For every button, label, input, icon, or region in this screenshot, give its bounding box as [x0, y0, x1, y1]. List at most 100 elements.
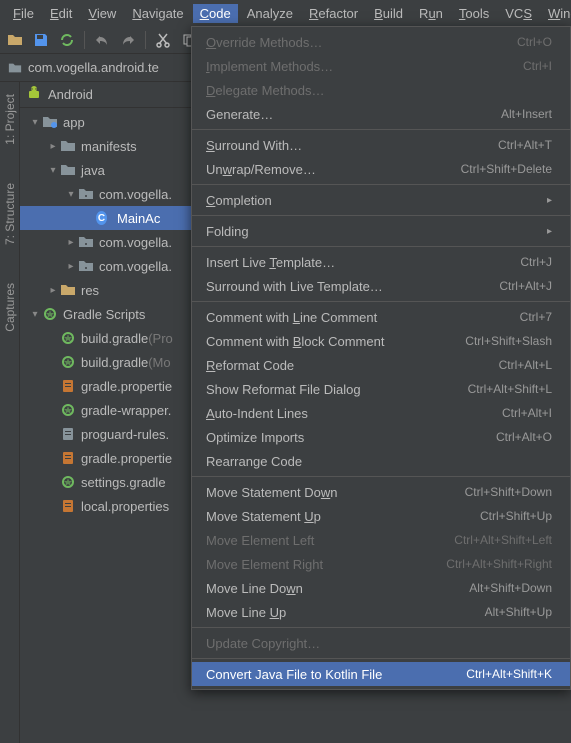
chevron-right-icon[interactable]: ▸ — [46, 285, 60, 296]
tab-project[interactable]: 1: Project — [3, 90, 17, 149]
menu-build[interactable]: Build — [367, 4, 410, 23]
menu-item-label: Auto-Indent Lines — [206, 406, 308, 421]
menu-item[interactable]: Move Statement UpCtrl+Shift+Up — [192, 504, 570, 528]
folder-icon — [60, 138, 76, 154]
menu-item-label: Generate… — [206, 107, 273, 122]
open-icon[interactable] — [6, 31, 24, 49]
menu-item[interactable]: Surround with Live Template…Ctrl+Alt+J — [192, 274, 570, 298]
folder-icon — [8, 61, 22, 75]
menu-separator — [192, 658, 570, 659]
menu-code[interactable]: Code — [193, 4, 238, 23]
tree-label: com.vogella. — [99, 259, 172, 274]
menu-shortcut: Alt+Shift+Up — [485, 605, 552, 619]
menu-separator — [192, 627, 570, 628]
menu-navigate[interactable]: Navigate — [125, 4, 190, 23]
menu-item-label: Rearrange Code — [206, 454, 302, 469]
module-icon — [42, 114, 58, 130]
menu-item-label: Unwrap/Remove… — [206, 162, 316, 177]
menu-item[interactable]: Insert Live Template…Ctrl+J — [192, 250, 570, 274]
menu-file[interactable]: File — [6, 4, 41, 23]
menu-window[interactable]: Window — [541, 4, 571, 23]
chevron-down-icon[interactable]: ▾ — [28, 117, 42, 128]
breadcrumb-text: com.vogella.android.te — [28, 60, 159, 75]
menu-vcs[interactable]: VCS — [498, 4, 539, 23]
side-tab-bar: 1: Project 7: Structure Captures — [0, 82, 20, 743]
undo-icon[interactable] — [93, 31, 111, 49]
menu-item[interactable]: Surround With… Ctrl+Alt+T — [192, 133, 570, 157]
menu-item[interactable]: Comment with Line Comment Ctrl+7 — [192, 305, 570, 329]
menu-item[interactable]: Move Line DownAlt+Shift+Down — [192, 576, 570, 600]
chevron-down-icon[interactable]: ▾ — [28, 309, 42, 320]
tree-label: gradle.propertie — [81, 379, 172, 394]
tab-structure[interactable]: 7: Structure — [3, 179, 17, 249]
tree-label-dim: (Mo — [148, 355, 170, 370]
sync-icon[interactable] — [58, 31, 76, 49]
tree-label: settings.gradle — [81, 475, 166, 490]
menu-analyze[interactable]: Analyze — [240, 4, 300, 23]
folder-icon — [60, 162, 76, 178]
menu-separator — [192, 184, 570, 185]
menu-item-label: Update Copyright… — [206, 636, 320, 651]
menu-item[interactable]: Optimize ImportsCtrl+Alt+O — [192, 425, 570, 449]
android-icon — [26, 85, 42, 104]
menu-shortcut: Ctrl+O — [517, 35, 552, 49]
menu-item-label: Override Methods… — [206, 35, 322, 50]
menu-item[interactable]: Convert Java File to Kotlin FileCtrl+Alt… — [192, 662, 570, 686]
menu-edit[interactable]: Edit — [43, 4, 79, 23]
menu-item[interactable]: Move Line UpAlt+Shift+Up — [192, 600, 570, 624]
menu-refactor[interactable]: Refactor — [302, 4, 365, 23]
prop-icon — [60, 450, 76, 466]
menu-item-label: Convert Java File to Kotlin File — [206, 667, 382, 682]
menu-item[interactable]: Rearrange Code — [192, 449, 570, 473]
menu-item[interactable]: Generate… Alt+Insert — [192, 102, 570, 126]
chevron-right-icon[interactable]: ▸ — [64, 261, 78, 272]
redo-icon[interactable] — [119, 31, 137, 49]
tree-label: gradle.propertie — [81, 451, 172, 466]
separator — [84, 31, 85, 49]
menu-item-label: Surround With… — [206, 138, 302, 153]
menu-item-label: Optimize Imports — [206, 430, 304, 445]
chevron-right-icon[interactable]: ▸ — [64, 237, 78, 248]
gradle-icon — [60, 402, 76, 418]
chevron-right-icon[interactable]: ▸ — [46, 141, 60, 152]
tree-label: MainAc — [117, 211, 160, 226]
tree-label: res — [81, 283, 99, 298]
menu-shortcut: Alt+Insert — [501, 107, 552, 121]
menu-item-label: Implement Methods… — [206, 59, 333, 74]
chevron-down-icon[interactable]: ▾ — [46, 165, 60, 176]
menu-item-label: Comment with Block Comment — [206, 334, 384, 349]
menu-shortcut: Ctrl+7 — [520, 310, 552, 324]
tab-captures[interactable]: Captures — [3, 279, 17, 336]
menu-item[interactable]: Move Statement DownCtrl+Shift+Down — [192, 480, 570, 504]
menu-shortcut: Ctrl+Alt+T — [498, 138, 552, 152]
menu-item[interactable]: Show Reformat File DialogCtrl+Alt+Shift+… — [192, 377, 570, 401]
menu-item[interactable]: Auto-Indent LinesCtrl+Alt+I — [192, 401, 570, 425]
menu-item[interactable]: Reformat CodeCtrl+Alt+L — [192, 353, 570, 377]
class-icon: C — [96, 210, 112, 226]
cut-icon[interactable] — [154, 31, 172, 49]
menubar: FileEditViewNavigateCodeAnalyzeRefactorB… — [0, 0, 571, 26]
menu-item: Update Copyright… — [192, 631, 570, 655]
tree-label: Gradle Scripts — [63, 307, 145, 322]
save-icon[interactable] — [32, 31, 50, 49]
menu-shortcut: Ctrl+Shift+Down — [465, 485, 552, 499]
menu-tools[interactable]: Tools — [452, 4, 496, 23]
menu-item[interactable]: Completion▸ — [192, 188, 570, 212]
menu-item[interactable]: Unwrap/Remove…Ctrl+Shift+Delete — [192, 157, 570, 181]
menu-item[interactable]: Comment with Block CommentCtrl+Shift+Sla… — [192, 329, 570, 353]
menu-separator — [192, 476, 570, 477]
menu-item: Move Element LeftCtrl+Alt+Shift+Left — [192, 528, 570, 552]
panel-header-title: Android — [48, 87, 93, 102]
menu-separator — [192, 215, 570, 216]
menu-item-label: Comment with Line Comment — [206, 310, 377, 325]
menu-separator — [192, 246, 570, 247]
separator — [145, 31, 146, 49]
menu-run[interactable]: Run — [412, 4, 450, 23]
menu-item-label: Move Line Down — [206, 581, 303, 596]
tree-label: java — [81, 163, 105, 178]
menu-item[interactable]: Folding▸ — [192, 219, 570, 243]
menu-view[interactable]: View — [81, 4, 123, 23]
chevron-down-icon[interactable]: ▾ — [64, 189, 78, 200]
res-icon — [60, 282, 76, 298]
chevron-right-icon: ▸ — [547, 226, 552, 237]
